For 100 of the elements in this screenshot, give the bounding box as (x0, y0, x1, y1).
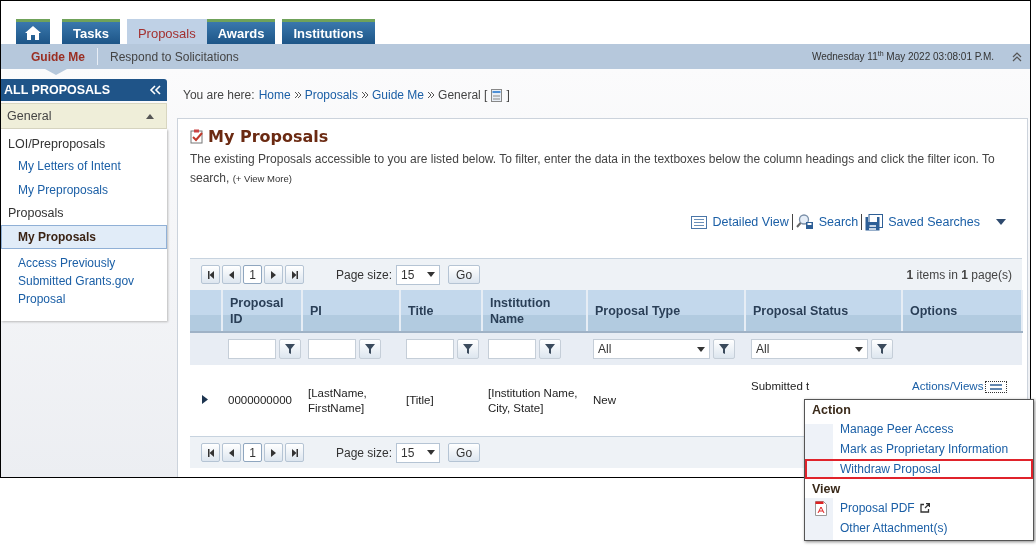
column-header[interactable]: Proposal Status (745, 290, 902, 332)
home-tab[interactable] (16, 19, 50, 44)
toolbar-link[interactable]: Detailed View (712, 215, 789, 229)
filter-icon (545, 344, 555, 354)
date-time: Wednesday 11$^{th}$ May 2022 03:08:01 P.M. (811, 50, 994, 63)
filter-input[interactable] (308, 339, 356, 359)
collapse-icon[interactable] (1012, 51, 1022, 62)
column-header[interactable]: Proposal ID (222, 290, 302, 332)
page-number[interactable]: 1 (243, 265, 262, 284)
menu-item[interactable]: Other Attachment(s) (840, 521, 948, 535)
sidebar-item[interactable]: My Preproposals (1, 178, 167, 202)
next-icon (271, 270, 276, 279)
separator-icon (294, 92, 301, 98)
home-icon (25, 26, 41, 40)
toolbar-link[interactable]: Search (818, 215, 859, 229)
page-size-select[interactable]: 15 (396, 264, 441, 285)
go-button[interactable]: Go (448, 265, 481, 284)
filter-button[interactable] (713, 339, 735, 359)
menu-section-title: Action (805, 400, 1033, 419)
column-header[interactable]: Options (902, 290, 1022, 332)
sidebar-item[interactable]: Access Previously Submitted Grants.gov Proposal (1, 251, 167, 311)
nav-tab[interactable]: Proposals (126, 19, 207, 44)
filter-input[interactable] (488, 339, 536, 359)
column-header[interactable]: Proposal Type (587, 290, 745, 332)
nav-tab[interactable]: Institutions (282, 19, 375, 44)
previous-page-button[interactable] (222, 265, 241, 284)
previous-page-button[interactable] (222, 443, 241, 462)
list-icon[interactable] (491, 88, 503, 102)
accordion-header[interactable]: General (1, 103, 167, 129)
breadcrumb-link[interactable]: Proposals (304, 88, 358, 102)
view-more-link[interactable]: (+ View More) (232, 173, 292, 184)
filter-button[interactable] (279, 339, 301, 359)
list-view-icon (691, 215, 708, 229)
column-header[interactable]: PI (302, 290, 400, 332)
dropdown-arrow-icon (427, 272, 436, 277)
menu-item[interactable]: Mark as Proprietary Information (840, 442, 1009, 456)
filter-button[interactable] (457, 339, 479, 359)
toolbar-link[interactable]: Saved Searches (888, 215, 980, 229)
dropdown-arrow-icon (855, 346, 863, 352)
page-size-label: Page size: (336, 267, 393, 282)
filter-icon (877, 344, 887, 354)
next-page-button[interactable] (264, 443, 283, 462)
filter-select[interactable]: All (751, 339, 868, 359)
sidebar-heading: Proposals (7, 205, 65, 222)
dropdown-arrow-icon (697, 346, 705, 352)
caret-down-icon[interactable] (996, 219, 1006, 225)
filter-select[interactable]: All (593, 339, 710, 359)
subnav-link[interactable]: Respond to Solicitations (98, 49, 251, 64)
menu-item[interactable]: Withdraw Proposal (840, 462, 941, 476)
description: The existing Proposals accessible to you are listed below. To filter, enter the data in the textboxes below the column headings and click the filter icon. To search, (+ View More) (190, 151, 996, 187)
filter-input[interactable] (228, 339, 276, 359)
last-page-button[interactable] (285, 265, 304, 284)
breadcrumb-link[interactable]: Guide Me (372, 88, 425, 102)
filter-icon (285, 344, 295, 354)
next-page-button[interactable] (264, 265, 283, 284)
pager-summary: 1 items in 1 page(s) (906, 267, 1012, 282)
first-page-icon (207, 270, 214, 279)
go-button[interactable]: Go (448, 443, 481, 462)
breadcrumb-link[interactable]: Home (258, 88, 291, 102)
menu-item[interactable]: Proposal PDF (840, 501, 915, 515)
subnav-link[interactable]: Guide Me (19, 49, 97, 64)
menu-section-title: View (805, 479, 1033, 498)
previous-icon (229, 270, 234, 279)
filter-icon (463, 344, 473, 354)
page-number[interactable]: 1 (243, 443, 262, 462)
breadcrumb-current: General [ (438, 88, 488, 102)
sidebar-item[interactable]: My Letters of Intent (1, 154, 167, 178)
nav-tab[interactable]: Tasks (62, 19, 120, 44)
menu-icon (990, 383, 1003, 390)
first-page-button[interactable] (201, 443, 220, 462)
pdf-icon (815, 500, 827, 516)
clipboard-icon (190, 129, 204, 144)
first-page-button[interactable] (201, 265, 220, 284)
external-link-icon (919, 503, 930, 513)
sidebar-heading: LOI/Preproposals (7, 136, 107, 153)
save-icon (865, 213, 884, 231)
search-icon (795, 214, 814, 230)
last-page-icon (291, 448, 298, 457)
sidebar-item[interactable]: My Proposals (1, 225, 167, 249)
filter-icon (365, 344, 375, 354)
last-page-button[interactable] (285, 443, 304, 462)
filter-button[interactable] (539, 339, 561, 359)
column-header[interactable]: Institution Name (482, 290, 587, 332)
expand-row-icon[interactable] (202, 395, 208, 404)
filter-button[interactable] (359, 339, 381, 359)
nav-tab[interactable]: Awards (206, 19, 276, 44)
page-size-select[interactable]: 15 (396, 442, 441, 463)
first-page-icon (207, 448, 214, 457)
panel-title: My Proposals (208, 127, 329, 146)
filter-button[interactable] (871, 339, 893, 359)
filter-input[interactable] (406, 339, 454, 359)
last-page-icon (291, 270, 298, 279)
separator-icon (428, 92, 435, 98)
page-size-label: Page size: (336, 445, 393, 460)
separator-icon (362, 92, 368, 98)
menu-button[interactable] (985, 380, 1008, 393)
breadcrumb-bracket: ] (506, 88, 510, 102)
previous-icon (229, 448, 234, 457)
column-header[interactable]: Title (400, 290, 482, 332)
actions-link[interactable]: Actions/Views (912, 379, 984, 394)
